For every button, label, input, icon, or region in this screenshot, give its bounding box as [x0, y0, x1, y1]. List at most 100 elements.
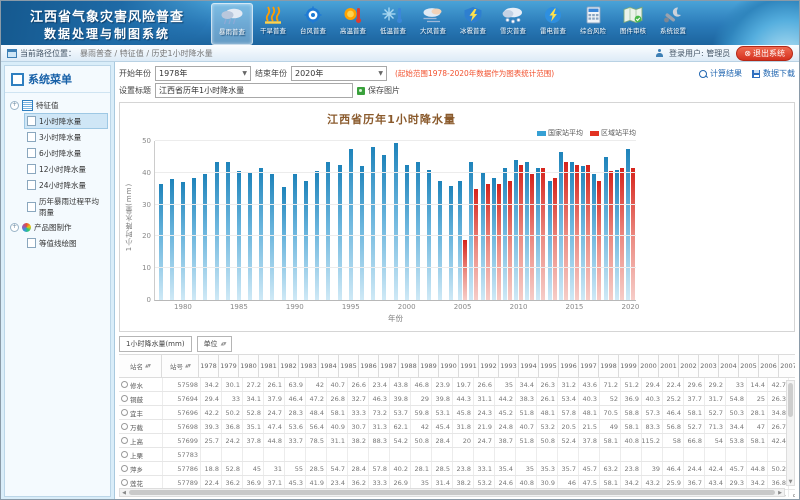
station-name-cell[interactable]: 宜丰	[119, 406, 163, 419]
year-header-1987[interactable]: 1987	[378, 354, 399, 378]
toolbar-item-snow[interactable]: 雪灾普查	[493, 3, 533, 43]
toolbar-item-lightning[interactable]: 雷电普查	[533, 3, 573, 43]
bar-regional-2015[interactable]	[575, 165, 579, 300]
radio-icon[interactable]	[121, 479, 128, 486]
bar-national-2014[interactable]	[559, 152, 563, 300]
bar-national-1988[interactable]	[270, 174, 274, 300]
year-header-1985[interactable]: 1985	[338, 354, 359, 378]
table-row[interactable]: 萍乡5778618.852.845315528.554.728.457.840.…	[119, 462, 795, 476]
year-header-2003[interactable]: 2003	[698, 354, 719, 378]
bar-national-2007[interactable]	[481, 173, 485, 300]
bar-national-1996[interactable]	[360, 166, 364, 300]
toolbar-item-typhoon[interactable]: 台风普查	[293, 3, 333, 43]
toolbar-item-wrench[interactable]: 系统设置	[653, 3, 693, 43]
radio-icon[interactable]	[121, 395, 128, 402]
year-header-1979[interactable]: 1979	[218, 354, 239, 378]
year-header-2005[interactable]: 2005	[738, 354, 759, 378]
logout-button[interactable]: ⊗ 退出系统	[736, 46, 793, 61]
table-row[interactable]: 宜丰5769642.250.252.824.728.348.458.133.37…	[119, 406, 795, 420]
year-header-1983[interactable]: 1983	[298, 354, 319, 378]
year-header-1989[interactable]: 1989	[418, 354, 439, 378]
bar-national-1981[interactable]	[192, 178, 196, 300]
year-header-1986[interactable]: 1986	[358, 354, 379, 378]
bar-national-2016[interactable]	[581, 166, 585, 300]
toolbar-item-hail[interactable]: 冰雹普查	[453, 3, 493, 43]
scroll-down-icon[interactable]: ▼	[787, 479, 794, 485]
year-header-1988[interactable]: 1988	[398, 354, 419, 378]
year-header-1999[interactable]: 1999	[618, 354, 639, 378]
year-header-1993[interactable]: 1993	[498, 354, 519, 378]
toolbar-item-rain-cloud[interactable]: 暴雨普查	[211, 3, 253, 45]
table-row[interactable]: 修水5759834.230.127.226.163.94240.726.623.…	[119, 378, 795, 392]
table-row[interactable]: 铜鼓5769429.43334.137.946.447.226.832.746.…	[119, 392, 795, 406]
year-header-2007[interactable]: 2007	[778, 354, 795, 378]
bar-regional-2014[interactable]	[564, 162, 568, 300]
column-header[interactable]: 站号▲▼	[161, 354, 199, 378]
year-header-2001[interactable]: 2001	[658, 354, 679, 378]
toolbar-item-map[interactable]: 图件审核	[613, 3, 653, 43]
year-header-2004[interactable]: 2004	[718, 354, 739, 378]
radio-icon[interactable]	[121, 423, 128, 430]
bar-national-1997[interactable]	[371, 147, 375, 300]
unit-sort-header[interactable]: 单位 ▲▼	[197, 336, 233, 352]
bar-national-2015[interactable]	[570, 162, 574, 300]
bar-regional-2020[interactable]	[631, 168, 635, 300]
year-header-1998[interactable]: 1998	[598, 354, 619, 378]
toolbar-item-calculator[interactable]: 综合风险	[573, 3, 613, 43]
bar-national-2006[interactable]	[469, 162, 473, 300]
station-name-cell[interactable]: 上栗	[119, 448, 163, 461]
tree-leaf-0-1[interactable]: 3小时降水量	[24, 129, 108, 145]
tree-node-1[interactable]: +产品图制作	[7, 220, 108, 235]
h-scroll-thumb[interactable]	[129, 490, 775, 495]
v-scroll-thumb[interactable]	[788, 383, 793, 417]
column-header[interactable]: 站名▲▼	[119, 354, 162, 378]
radio-icon[interactable]	[121, 409, 128, 416]
bar-national-2003[interactable]	[438, 181, 442, 300]
calculate-button[interactable]: 计算结果	[699, 68, 742, 79]
tree-toggle-icon[interactable]: +	[10, 101, 19, 110]
year-header-1991[interactable]: 1991	[458, 354, 479, 378]
toolbar-item-heat[interactable]: 干旱普查	[253, 3, 293, 43]
bar-national-1978[interactable]	[159, 184, 163, 300]
chart-title-input[interactable]	[155, 83, 353, 98]
station-name-cell[interactable]: 修水	[119, 378, 163, 391]
bar-national-2005[interactable]	[458, 181, 462, 300]
bar-national-1999[interactable]	[394, 143, 398, 300]
station-name-cell[interactable]: 铜鼓	[119, 392, 163, 405]
year-header-1981[interactable]: 1981	[258, 354, 279, 378]
tree-leaf-0-5[interactable]: 历年暴雨过程平均雨量	[24, 193, 108, 220]
legend-entry[interactable]: 国家站平均	[537, 128, 583, 138]
radio-icon[interactable]	[121, 451, 128, 458]
save-image-button[interactable]: 保存图片	[357, 85, 400, 96]
year-header-1997[interactable]: 1997	[578, 354, 599, 378]
download-button[interactable]: 数据下载	[752, 68, 795, 79]
station-name-cell[interactable]: 上高	[119, 434, 163, 447]
tree-leaf-0-4[interactable]: 24小时降水量	[24, 177, 108, 193]
bar-regional-2013[interactable]	[553, 178, 557, 300]
bar-regional-2019[interactable]	[620, 168, 624, 300]
scroll-left-icon[interactable]: ◀	[120, 490, 128, 496]
year-header-1996[interactable]: 1996	[558, 354, 579, 378]
start-year-select[interactable]: 1978年▼	[155, 66, 251, 81]
year-header-1978[interactable]: 1978	[198, 354, 219, 378]
bar-national-1982[interactable]	[203, 174, 207, 300]
year-header-2000[interactable]: 2000	[638, 354, 659, 378]
tree-leaf-0-0[interactable]: 1小时降水量	[24, 113, 108, 129]
bar-national-2017[interactable]	[592, 174, 596, 300]
bar-national-1990[interactable]	[293, 174, 297, 300]
bar-national-2008[interactable]	[492, 178, 496, 300]
year-header-2006[interactable]: 2006	[758, 354, 779, 378]
bar-regional-2005[interactable]	[463, 240, 467, 300]
bar-regional-2011[interactable]	[530, 174, 534, 300]
breadcrumb[interactable]: 暴雨普查 / 特征值 / 历史1小时降水量	[80, 48, 213, 59]
toolbar-item-low-temp[interactable]: 低温普查	[373, 3, 413, 43]
vertical-scrollbar[interactable]: ▼	[786, 380, 795, 486]
bar-national-1987[interactable]	[259, 168, 263, 300]
bar-national-1980[interactable]	[181, 182, 185, 300]
table-row[interactable]: 上栗57783	[119, 448, 795, 462]
year-header-1994[interactable]: 1994	[518, 354, 539, 378]
scroll-right-icon[interactable]: ▶	[776, 490, 784, 496]
bar-national-2013[interactable]	[548, 181, 552, 300]
bar-national-1993[interactable]	[326, 162, 330, 300]
year-header-1995[interactable]: 1995	[538, 354, 559, 378]
